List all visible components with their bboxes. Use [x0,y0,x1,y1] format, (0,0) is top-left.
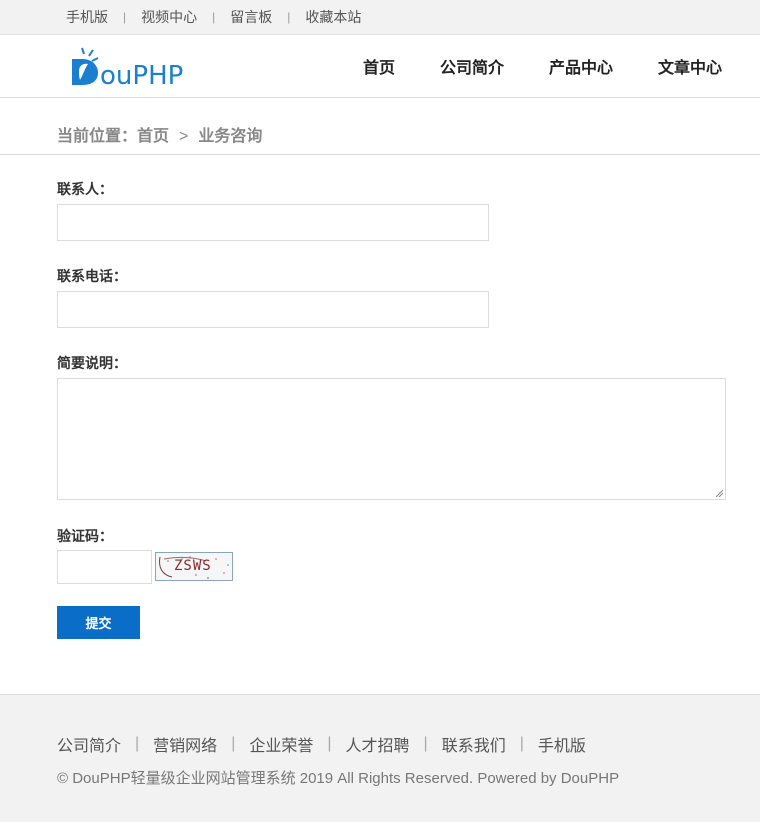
site-footer: 公司简介 | 营销网络 | 企业荣誉 | 人才招聘 | 联系我们 | 手机版 ©… [0,694,760,822]
description-label: 简要说明： [57,355,127,371]
main-nav: 首页 公司简介 产品中心 文章中心 [318,35,722,97]
submit-button[interactable]: 提交 [57,606,140,639]
footer-separator: | [519,735,524,752]
top-link-video[interactable]: 视频中心 [141,7,197,27]
captcha-image[interactable]: ZSWS [155,552,233,581]
footer-link-about[interactable]: 公司简介 [57,732,121,756]
logo-rays-icon [81,47,99,62]
breadcrumb-arrow: > [179,128,189,145]
logo-wordmark: ouPHP [100,61,183,87]
captcha-code-text: ZSWS [174,558,212,574]
footer-separator: | [327,735,332,752]
nav-home[interactable]: 首页 [363,54,395,78]
captcha-input[interactable] [57,550,152,584]
nav-about[interactable]: 公司简介 [440,54,504,78]
description-textarea[interactable] [57,378,726,500]
nav-articles[interactable]: 文章中心 [658,54,722,78]
phone-input[interactable] [57,291,489,328]
footer-separator: | [423,735,428,752]
site-logo[interactable]: ouPHP [70,47,210,87]
breadcrumb-prefix: 当前位置： [57,128,138,145]
phone-label: 联系电话： [57,268,127,284]
top-link-guestbook[interactable]: 留言板 [230,7,272,27]
breadcrumb-home[interactable]: 首页 [137,128,169,145]
copyright-text: © DouPHP轻量级企业网站管理系统 2019 All Rights Rese… [57,770,620,787]
footer-separator: | [135,735,140,752]
breadcrumb-divider [0,154,760,155]
site-header: ouPHP 首页 公司简介 产品中心 文章中心 [0,35,760,98]
footer-link-network[interactable]: 营销网络 [153,732,217,756]
top-bar: 手机版 | 视频中心 | 留言板 | 收藏本站 [0,0,760,35]
contact-label: 联系人： [57,181,113,197]
breadcrumb-current: 业务咨询 [198,128,263,145]
footer-link-honors[interactable]: 企业荣誉 [249,732,313,756]
contact-input[interactable] [57,204,489,241]
breadcrumb: 当前位置：首页 > 业务咨询 [57,122,262,146]
footer-link-mobile[interactable]: 手机版 [538,732,586,756]
logo-d-icon [72,59,98,85]
nav-products[interactable]: 产品中心 [549,54,613,78]
footer-links: 公司简介 | 营销网络 | 企业荣誉 | 人才招聘 | 联系我们 | 手机版 [57,732,586,756]
top-separator: | [123,10,127,24]
top-links: 手机版 | 视频中心 | 留言板 | 收藏本站 [66,0,361,34]
top-link-bookmark[interactable]: 收藏本站 [305,7,361,27]
top-link-mobile[interactable]: 手机版 [66,7,108,27]
footer-link-jobs[interactable]: 人才招聘 [346,732,410,756]
captcha-label: 验证码： [57,528,113,544]
top-separator: | [287,10,291,24]
footer-separator: | [231,735,236,752]
top-separator: | [212,10,216,24]
resize-handle-icon[interactable] [715,489,723,497]
footer-link-contact[interactable]: 联系我们 [442,732,506,756]
